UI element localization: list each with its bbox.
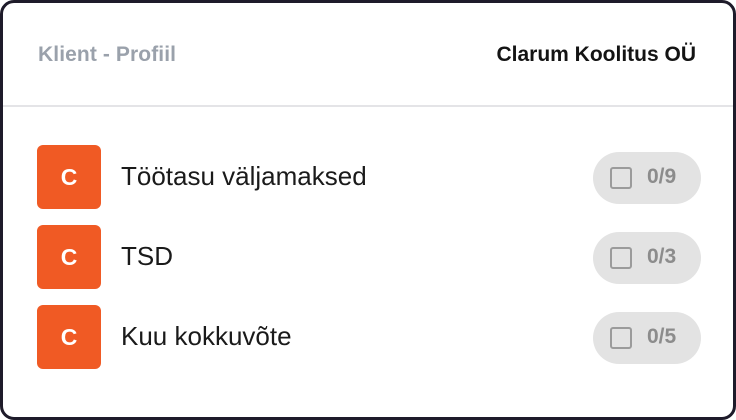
checkbox-icon	[610, 327, 632, 349]
list-item[interactable]: C TSD 0/3	[37, 225, 701, 289]
list-item[interactable]: C Kuu kokkuvõte 0/5	[37, 305, 701, 369]
client-profile-card: Klient - Profiil Clarum Koolitus OÜ C Tö…	[0, 0, 736, 420]
page-title: Klient - Profiil	[38, 43, 177, 66]
list-item-label: TSD	[121, 241, 173, 271]
progress-badge[interactable]: 0/5	[593, 312, 701, 364]
avatar: C	[37, 305, 101, 369]
progress-badge[interactable]: 0/3	[593, 232, 701, 284]
progress-count: 0/3	[647, 245, 677, 268]
checkbox-icon	[610, 167, 632, 189]
progress-count: 0/5	[647, 325, 677, 348]
list-item-label: Töötasu väljamaksed	[121, 161, 367, 191]
card-header: Klient - Profiil Clarum Koolitus OÜ	[3, 3, 733, 107]
progress-badge[interactable]: 0/9	[593, 152, 701, 204]
company-name: Clarum Koolitus OÜ	[496, 43, 696, 66]
list-item[interactable]: C Töötasu väljamaksed 0/9	[37, 145, 701, 209]
avatar: C	[37, 225, 101, 289]
progress-count: 0/9	[647, 165, 677, 188]
list-item-label: Kuu kokkuvõte	[121, 321, 292, 351]
avatar: C	[37, 145, 101, 209]
checkbox-icon	[610, 247, 632, 269]
